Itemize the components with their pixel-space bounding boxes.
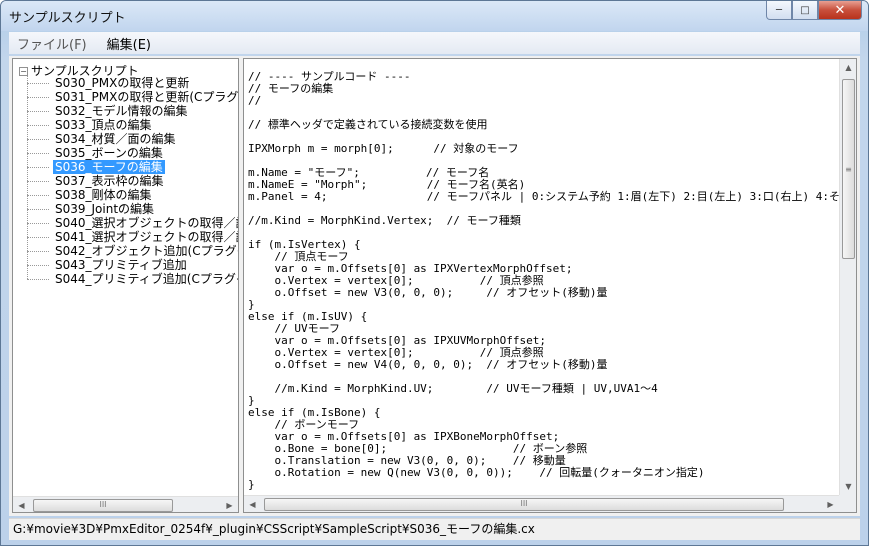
- code-line: o.Offset = new V3(0, 0, 0); // オフセット(移動)…: [248, 286, 608, 299]
- scroll-right-arrow-icon[interactable]: ▶: [221, 497, 238, 512]
- tree-item[interactable]: S030_PMXの取得と更新: [13, 76, 238, 90]
- tree-scroll-thumb[interactable]: III: [33, 499, 173, 512]
- minimize-button[interactable]: ─: [766, 1, 792, 20]
- tree-item[interactable]: S032_モデル情報の編集: [13, 104, 238, 118]
- scroll-right-arrow-icon[interactable]: ▶: [822, 496, 839, 512]
- code-line: //: [248, 94, 262, 107]
- code-vscroll-thumb[interactable]: ≡: [842, 79, 855, 259]
- tree-item[interactable]: S036_モーフの編集: [13, 160, 238, 174]
- tree-item-label: S041_選択オブジェクトの取得／設定(C: [55, 230, 238, 244]
- collapse-icon[interactable]: −: [19, 67, 28, 76]
- tree-item[interactable]: S040_選択オブジェクトの取得／設定: [13, 216, 238, 230]
- code-line: //m.Kind = MorphKind.UV; // UVモーフ種類 | UV…: [248, 382, 658, 395]
- tree-item[interactable]: S033_頂点の編集: [13, 118, 238, 132]
- code-viewer[interactable]: // ---- サンプルコード ----// モーフの編集// // 標準ヘッダ…: [243, 58, 857, 513]
- menu-file[interactable]: ファイル(F): [9, 34, 95, 53]
- tree-item-label: S042_オブジェクト追加(Cプラグイン共通: [55, 244, 238, 258]
- code-line: o.Offset = new V4(0, 0, 0, 0); // オフセット(…: [248, 358, 608, 371]
- tree-item[interactable]: S044_プリミティブ追加(Cプラグイン): [13, 272, 238, 286]
- code-line: // 標準ヘッダで定義されている接続変数を使用: [248, 118, 488, 131]
- status-bar: G:¥movie¥3D¥PmxEditor_0254f¥_plugin¥CSSc…: [9, 518, 860, 540]
- file-path: G:¥movie¥3D¥PmxEditor_0254f¥_plugin¥CSSc…: [13, 522, 535, 536]
- code-line: // ---- サンプルコード ----: [248, 70, 411, 83]
- code-line: //m.Kind = MorphKind.Vertex; // モーフ種類: [248, 214, 521, 227]
- tree-item[interactable]: S034_材質／面の編集: [13, 132, 238, 146]
- script-tree[interactable]: − サンプルスクリプト S030_PMXの取得と更新 S031_PMXの取得と更新(…: [12, 58, 239, 513]
- menu-bar: ファイル(F) 編集(E): [9, 32, 860, 54]
- code-line: // モーフの編集: [248, 82, 334, 95]
- maximize-button[interactable]: □: [792, 1, 818, 20]
- caption-buttons: ─ □ ✕: [766, 1, 862, 20]
- scrollbar-corner: [839, 495, 856, 512]
- tree-item-label: S033_頂点の編集: [55, 118, 152, 132]
- code-line: m.Panel = 4; // モーフパネル | 0:システム予約 1:眉(左下…: [248, 190, 857, 203]
- code-line: }: [248, 478, 255, 491]
- tree-item-label: S034_材質／面の編集: [55, 132, 176, 146]
- tree-item[interactable]: S039_Jointの編集: [13, 202, 238, 216]
- scroll-left-arrow-icon[interactable]: ◀: [13, 497, 30, 512]
- tree-item-label: S036_モーフの編集: [53, 160, 165, 174]
- tree-item-label: S035_ボーンの編集: [55, 146, 163, 160]
- code-hscroll-thumb[interactable]: III: [264, 498, 784, 511]
- code-text[interactable]: // ---- サンプルコード ----// モーフの編集// // 標準ヘッダ…: [248, 70, 857, 491]
- code-line: o.Rotation = new Q(new V3(0, 0, 0)); // …: [248, 466, 705, 479]
- client-area: − サンプルスクリプト S030_PMXの取得と更新 S031_PMXの取得と更新(…: [9, 56, 860, 516]
- tree-item-label: S039_Jointの編集: [55, 202, 155, 216]
- tree-item-label: S040_選択オブジェクトの取得／設定: [55, 216, 238, 230]
- title-bar[interactable]: サンプルスクリプト ─ □ ✕: [1, 1, 868, 31]
- tree-item-label: S032_モデル情報の編集: [55, 104, 188, 118]
- app-window: サンプルスクリプト ─ □ ✕ ファイル(F) 編集(E) − サンプルスクリプト…: [0, 0, 869, 546]
- code-line: IPXMorph m = morph[0]; // 対象のモーフ: [248, 142, 519, 155]
- code-vertical-scrollbar[interactable]: ▲ ≡ ▼: [839, 59, 856, 495]
- tree-item[interactable]: S038_剛体の編集: [13, 188, 238, 202]
- tree-item[interactable]: S042_オブジェクト追加(Cプラグイン共通: [13, 244, 238, 258]
- tree-item[interactable]: S041_選択オブジェクトの取得／設定(C: [13, 230, 238, 244]
- tree-items: S030_PMXの取得と更新S031_PMXの取得と更新(Cプラグイン)S032…: [13, 76, 239, 286]
- menu-edit[interactable]: 編集(E): [99, 34, 159, 53]
- tree-item[interactable]: S043_プリミティブ追加: [13, 258, 238, 272]
- scroll-up-arrow-icon[interactable]: ▲: [840, 59, 856, 76]
- tree-horizontal-scrollbar[interactable]: ◀ III ▶: [13, 496, 238, 512]
- code-horizontal-scrollbar[interactable]: ◀ III ▶: [244, 495, 839, 512]
- tree-item-label: S037_表示枠の編集: [55, 174, 164, 188]
- tree-item[interactable]: S037_表示枠の編集: [13, 174, 238, 188]
- close-button[interactable]: ✕: [818, 1, 862, 20]
- window-title: サンプルスクリプト: [9, 11, 126, 26]
- tree-item-label: S038_剛体の編集: [55, 188, 152, 202]
- tree-item-label: S030_PMXの取得と更新: [55, 76, 190, 90]
- tree-item-label: S043_プリミティブ追加: [55, 258, 187, 272]
- tree-item-label: S044_プリミティブ追加(Cプラグイン): [55, 272, 238, 286]
- tree-item-label: S031_PMXの取得と更新(Cプラグイン): [55, 90, 239, 104]
- scroll-down-arrow-icon[interactable]: ▼: [840, 478, 856, 495]
- tree-item[interactable]: S035_ボーンの編集: [13, 146, 238, 160]
- scroll-left-arrow-icon[interactable]: ◀: [244, 496, 261, 512]
- tree-item[interactable]: S031_PMXの取得と更新(Cプラグイン): [13, 90, 239, 104]
